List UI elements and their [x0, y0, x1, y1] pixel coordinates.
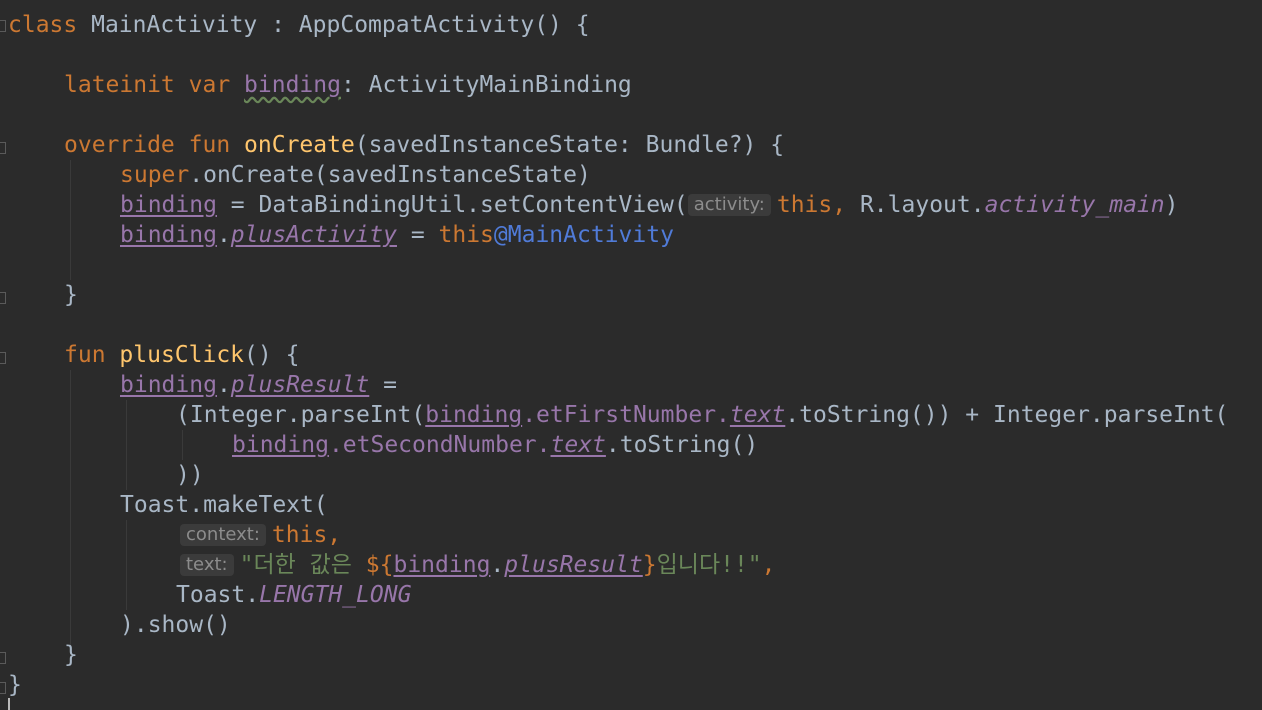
indent-guide [126, 520, 127, 610]
fold-marker[interactable] [0, 652, 6, 664]
label-reference: @MainActivity [493, 222, 674, 248]
string-literal: 입니다!!" [656, 552, 762, 578]
code-line[interactable]: override fun onCreate(savedInstanceState… [64, 130, 784, 160]
code-text: . [216, 372, 231, 398]
layout-resource: activity_main [984, 192, 1165, 218]
method-call: = DataBindingUtil.setContentView( [216, 192, 688, 218]
property-plus-result: plusResult [504, 552, 643, 578]
code-text: . [216, 222, 231, 248]
keyword: this [438, 222, 494, 248]
fold-marker[interactable] [0, 352, 6, 364]
property-text: text [729, 402, 786, 428]
keyword: fun [188, 132, 231, 158]
keyword: var [188, 72, 231, 98]
code-line[interactable]: lateinit var binding: ActivityMainBindin… [64, 70, 632, 100]
fold-marker[interactable] [0, 292, 6, 304]
fold-marker[interactable] [0, 142, 6, 154]
code-line[interactable]: context: this, [180, 520, 341, 550]
constant-length-long: LENGTH_LONG [259, 582, 412, 608]
indent-guide [182, 430, 183, 460]
parameter-hint: text: [180, 554, 234, 576]
property-binding: binding [120, 192, 217, 218]
keyword: super [120, 162, 190, 188]
comma: , [761, 552, 776, 578]
method-call: Toast.makeText( [120, 492, 328, 518]
code-line[interactable]: binding.plusResult = [120, 370, 397, 400]
code-line[interactable]: fun plusClick() { [64, 340, 299, 370]
method-call: ).show() [120, 612, 231, 638]
closing-brace: } [64, 282, 78, 308]
code-line[interactable]: Toast.LENGTH_LONG [176, 580, 411, 610]
keyword: lateinit [64, 72, 175, 98]
code-line[interactable]: class MainActivity : AppCompatActivity()… [8, 10, 590, 40]
code-line[interactable]: binding.plusActivity = this@MainActivity [120, 220, 674, 250]
code-line[interactable]: Toast.makeText( [120, 490, 328, 520]
code-text: ) [1164, 192, 1179, 218]
code-line[interactable]: } [64, 280, 78, 310]
property-text: text [550, 432, 606, 458]
property-binding: binding [120, 372, 217, 398]
indent-guide [70, 160, 71, 280]
code-text: R.layout. [846, 192, 985, 218]
template-close: } [642, 552, 657, 578]
property-plus-result: plusResult [230, 372, 370, 398]
code-text: . [490, 552, 505, 578]
code-line[interactable]: } [8, 670, 22, 700]
property-binding: binding [393, 552, 491, 578]
code-text: () { [244, 342, 300, 368]
code-line[interactable]: text: "더한 값은 ${binding.plusResult}입니다!!", [180, 550, 776, 580]
code-text: Toast. [176, 582, 260, 608]
code-text: (Integer.parseInt( [176, 402, 426, 428]
closing-brace: } [8, 672, 22, 698]
field-reference: .etFirstNumber. [522, 402, 730, 428]
code-text: .toString()) + Integer.parseInt( [785, 402, 1229, 428]
keyword: override [64, 132, 175, 158]
template-open: ${ [365, 552, 394, 578]
function-name: plusClick [119, 342, 245, 368]
keyword: this, [776, 192, 847, 218]
keyword: fun [64, 342, 106, 368]
property-binding: binding [232, 432, 329, 458]
function-name: onCreate [244, 132, 355, 158]
code-line[interactable]: super.onCreate(savedInstanceState) [120, 160, 591, 190]
fold-marker[interactable] [0, 682, 6, 694]
closing-brace: } [64, 642, 78, 668]
indent-guide [126, 400, 127, 490]
code-text: )) [176, 462, 204, 488]
property-binding: binding [244, 72, 341, 98]
indent-guide [70, 370, 71, 650]
parameter-hint: activity: [687, 194, 771, 216]
parameters: (savedInstanceState: Bundle?) { [354, 132, 785, 158]
text-cursor [8, 698, 10, 710]
class-declaration: MainActivity : AppCompatActivity() { [77, 12, 590, 38]
code-editor[interactable]: class MainActivity : AppCompatActivity()… [0, 0, 1262, 710]
code-line[interactable]: (Integer.parseInt(binding.etFirstNumber.… [176, 400, 1228, 430]
code-text: = [396, 222, 439, 248]
code-line[interactable]: )) [176, 460, 204, 490]
property-binding: binding [425, 402, 523, 428]
type-annotation: : ActivityMainBinding [340, 72, 632, 98]
property-binding: binding [120, 222, 217, 248]
code-line[interactable]: binding = DataBindingUtil.setContentView… [120, 190, 1178, 220]
code-line[interactable]: ).show() [120, 610, 231, 640]
keyword: class [8, 12, 78, 38]
fold-marker[interactable] [0, 20, 6, 32]
property-plus-activity: plusActivity [230, 222, 397, 248]
method-call: .onCreate(savedInstanceState) [189, 162, 591, 188]
field-reference: .etSecondNumber. [328, 432, 551, 458]
string-literal: "더한 값은 [239, 552, 366, 578]
code-text: .toString() [605, 432, 759, 458]
keyword: this, [271, 522, 342, 548]
code-line[interactable]: binding.etSecondNumber.text.toString() [232, 430, 758, 460]
code-text: = [369, 372, 397, 398]
code-line[interactable]: } [64, 640, 78, 670]
parameter-hint: context: [180, 524, 266, 546]
